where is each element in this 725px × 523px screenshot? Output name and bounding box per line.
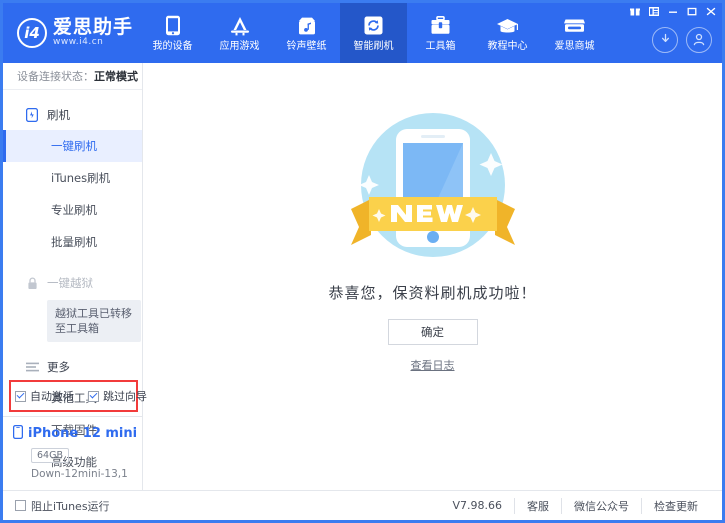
nav-label: 智能刷机 bbox=[354, 41, 394, 52]
checkbox-box[interactable] bbox=[88, 391, 99, 402]
brand-text: 爱思助手 www.i4.cn bbox=[53, 17, 133, 48]
nav-item-store[interactable]: 爱思商城 bbox=[541, 3, 608, 63]
nav-label: 爱思商城 bbox=[555, 41, 595, 52]
sidebar-section-jailbreak: 一键越狱 越狱工具已转移至工具箱 bbox=[3, 268, 142, 342]
nav-label: 我的设备 bbox=[153, 41, 193, 52]
checkbox-box[interactable] bbox=[15, 500, 26, 511]
close-button[interactable] bbox=[705, 6, 716, 17]
header-actions bbox=[652, 27, 712, 53]
nav-item-smart-flash[interactable]: 智能刷机 bbox=[340, 3, 407, 63]
confirm-button[interactable]: 确定 bbox=[388, 319, 478, 345]
checkbox-block-itunes[interactable]: 阻止iTunes运行 bbox=[15, 498, 110, 514]
app-window: i4 爱思助手 www.i4.cn 我的设备 应用游戏 bbox=[0, 0, 725, 523]
device-name: iPhone 12 mini bbox=[28, 426, 137, 441]
nav-label: 应用游戏 bbox=[220, 41, 260, 52]
sidebar-section-title: 一键越狱 bbox=[47, 275, 93, 291]
checkbox-label: 阻止iTunes运行 bbox=[31, 498, 110, 514]
nav-label: 教程中心 bbox=[488, 41, 528, 52]
nav-item-ringtones-wallpaper[interactable]: 铃声壁纸 bbox=[273, 3, 340, 63]
device-name-row: iPhone 12 mini bbox=[13, 425, 142, 442]
sidebar-item-label: iTunes刷机 bbox=[51, 171, 110, 185]
nav-label: 工具箱 bbox=[426, 41, 456, 52]
flash-options-highlight: 自动激活 跳过向导 bbox=[9, 380, 138, 412]
version-label: V7.98.66 bbox=[452, 499, 514, 512]
user-avatar-icon bbox=[692, 32, 706, 49]
gift-icon[interactable] bbox=[629, 6, 640, 17]
sidebar-section-title: 刷机 bbox=[47, 107, 70, 123]
account-button[interactable] bbox=[686, 27, 712, 53]
sidebar-item-batch-flash[interactable]: 批量刷机 bbox=[3, 226, 142, 258]
app-header: i4 爱思助手 www.i4.cn 我的设备 应用游戏 bbox=[3, 3, 722, 63]
sidebar-section-flash: 刷机 一键刷机 iTunes刷机 专业刷机 批量刷机 bbox=[3, 100, 142, 258]
status-bar: 阻止iTunes运行 V7.98.66 客服 微信公众号 检查更新 bbox=[3, 490, 722, 520]
checkbox-box[interactable] bbox=[15, 391, 26, 402]
status-bar-right: V7.98.66 客服 微信公众号 检查更新 bbox=[452, 498, 710, 514]
connection-status-value: 正常模式 bbox=[94, 68, 138, 84]
new-phone-badge-illustration bbox=[333, 101, 533, 276]
sidebar-section-header-disabled: 一键越狱 bbox=[3, 268, 142, 298]
connected-device-info[interactable]: iPhone 12 mini 64GB Down-12mini-13,1 bbox=[3, 416, 142, 490]
download-arrow-icon bbox=[659, 32, 672, 48]
sidebar-item-pro-flash[interactable]: 专业刷机 bbox=[3, 194, 142, 226]
music-icon bbox=[297, 15, 317, 37]
sidebar: 设备连接状态：正常模式 刷机 一键刷机 iTunes刷机 专业刷机 bbox=[3, 63, 143, 490]
list-icon bbox=[25, 362, 39, 373]
link-check-update[interactable]: 检查更新 bbox=[641, 498, 710, 514]
view-log-link[interactable]: 查看日志 bbox=[411, 357, 455, 373]
sidebar-section-header[interactable]: 刷机 bbox=[3, 100, 142, 130]
nav-label: 铃声壁纸 bbox=[287, 41, 327, 52]
minimize-button[interactable] bbox=[667, 6, 678, 17]
toolbox-icon bbox=[430, 15, 451, 37]
checkbox-auto-activate[interactable]: 自动激活 bbox=[15, 388, 74, 404]
main-content: 恭喜您，保资料刷机成功啦！ 确定 查看日志 bbox=[143, 63, 722, 490]
phone-icon bbox=[165, 15, 181, 37]
phone-small-icon bbox=[13, 425, 23, 442]
nav-item-my-device[interactable]: 我的设备 bbox=[139, 3, 206, 63]
appstore-icon bbox=[229, 15, 251, 37]
checkbox-skip-wizard[interactable]: 跳过向导 bbox=[88, 388, 147, 404]
main-nav: 我的设备 应用游戏 铃声壁纸 智能刷机 bbox=[139, 3, 608, 63]
checkbox-label: 跳过向导 bbox=[103, 388, 147, 404]
brand-name: 爱思助手 bbox=[53, 17, 133, 37]
brand-url: www.i4.cn bbox=[53, 37, 133, 48]
sidebar-item-one-key-flash[interactable]: 一键刷机 bbox=[3, 130, 142, 162]
link-wechat[interactable]: 微信公众号 bbox=[561, 498, 641, 514]
sidebar-item-label: 批量刷机 bbox=[51, 235, 97, 249]
sidebar-section-title: 更多 bbox=[47, 359, 70, 375]
sidebar-item-label: 专业刷机 bbox=[51, 203, 97, 217]
sidebar-item-itunes-flash[interactable]: iTunes刷机 bbox=[3, 162, 142, 194]
app-body: 设备连接状态：正常模式 刷机 一键刷机 iTunes刷机 专业刷机 bbox=[3, 63, 722, 490]
brand-logo[interactable]: i4 爱思助手 www.i4.cn bbox=[17, 17, 133, 48]
graduation-cap-icon bbox=[496, 15, 519, 37]
connection-status: 设备连接状态：正常模式 bbox=[3, 63, 142, 90]
logo-mark-icon: i4 bbox=[17, 18, 47, 48]
lock-icon bbox=[25, 277, 39, 290]
checkbox-label: 自动激活 bbox=[30, 388, 74, 404]
download-button[interactable] bbox=[652, 27, 678, 53]
nav-item-apps-games[interactable]: 应用游戏 bbox=[206, 3, 273, 63]
maximize-button[interactable] bbox=[686, 6, 697, 17]
connection-status-label: 设备连接状态： bbox=[17, 68, 94, 84]
device-capacity-badge: 64GB bbox=[31, 448, 69, 463]
link-support[interactable]: 客服 bbox=[514, 498, 561, 514]
nav-item-toolbox[interactable]: 工具箱 bbox=[407, 3, 474, 63]
sidebar-section-header[interactable]: 更多 bbox=[3, 352, 142, 382]
flash-device-icon bbox=[25, 108, 39, 122]
refresh-icon bbox=[364, 15, 383, 37]
jailbreak-moved-tooltip: 越狱工具已转移至工具箱 bbox=[47, 300, 141, 342]
nav-item-tutorial-center[interactable]: 教程中心 bbox=[474, 3, 541, 63]
menu-icon[interactable] bbox=[648, 6, 659, 17]
success-message: 恭喜您，保资料刷机成功啦！ bbox=[328, 282, 536, 303]
device-model: Down-12mini-13,1 bbox=[31, 468, 142, 480]
store-icon bbox=[563, 15, 586, 37]
sidebar-item-label: 一键刷机 bbox=[51, 139, 97, 153]
